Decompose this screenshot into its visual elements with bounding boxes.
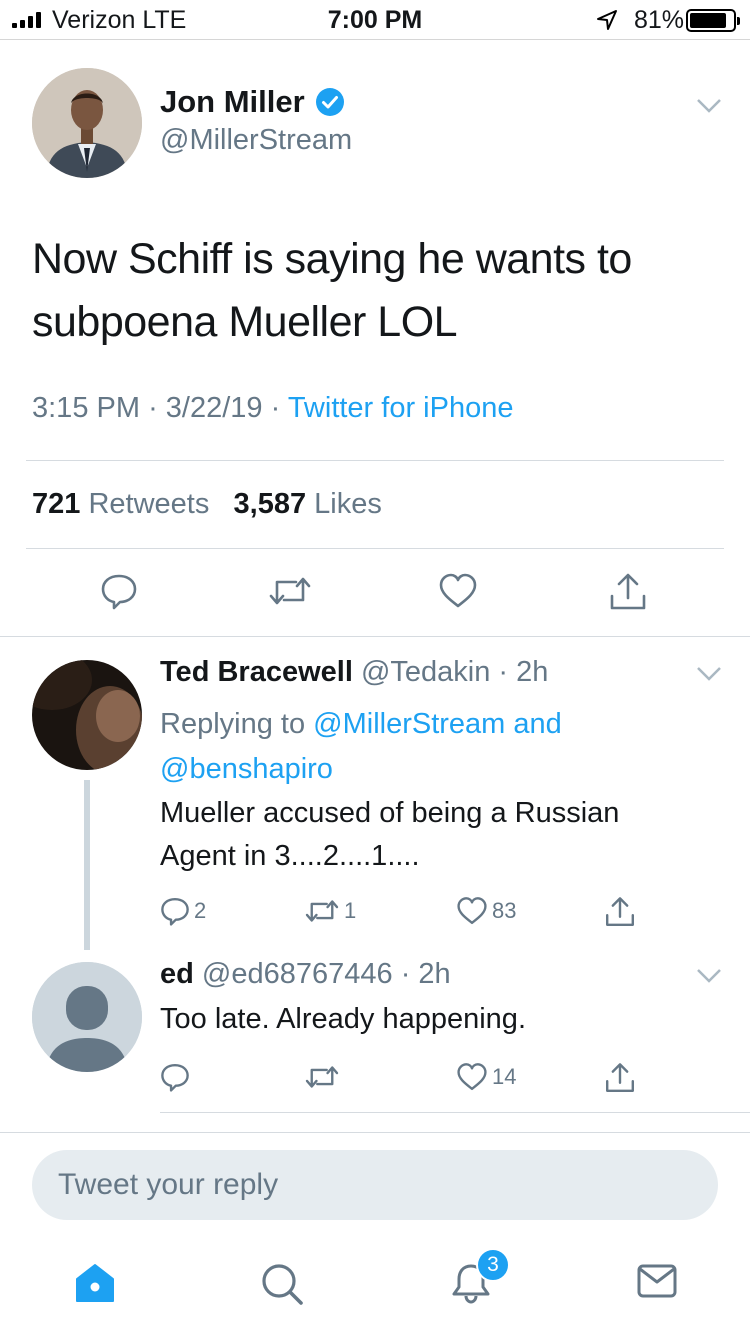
author-name-row[interactable]: Jon Miller [160,84,345,120]
reply-author-handle[interactable]: @Tedakin [361,656,490,688]
reply-action-share[interactable] [604,896,636,928]
retweets-count[interactable]: 721 [32,488,80,520]
reply-text: Too late. Already happening. [160,1003,526,1035]
home-icon[interactable] [74,1262,116,1304]
messages-envelope-icon[interactable] [636,1262,678,1300]
replying-to: Replying to @MillerStream and @benshapir… [160,702,700,792]
status-bar: Verizon LTE 7:00 PM 81% [0,0,750,40]
reply-author-name[interactable]: Ted Bracewell [160,656,353,688]
search-icon[interactable] [260,1262,304,1306]
notifications-badge: 3 [476,1248,510,1282]
reply-action-share[interactable] [604,1062,636,1094]
chevron-down-icon[interactable] [696,98,722,114]
divider [26,460,724,461]
reply-icon[interactable] [160,896,190,926]
verified-badge-icon [315,88,344,116]
divider [26,548,724,549]
tweet-meta: 3:15 PM · 3/22/19 · Twitter for iPhone [32,392,513,425]
reply-header[interactable]: Ted Bracewell @Tedakin · 2h [160,656,548,689]
replying-to-prefix: Replying to [160,708,306,740]
reply-author-name[interactable]: ed [160,958,194,990]
default-avatar[interactable] [32,962,142,1072]
likes-label[interactable]: Likes [314,488,382,520]
reply-count: 2 [194,898,207,923]
author-avatar[interactable] [32,68,142,178]
like-count: 83 [492,898,517,923]
share-icon[interactable] [604,1062,636,1094]
chevron-down-icon[interactable] [696,968,722,984]
chevron-down-icon[interactable] [696,666,722,682]
meta-separator: · [392,958,419,990]
meta-separator: · [270,392,288,424]
retweet-icon[interactable] [304,896,340,926]
location-arrow-icon [597,10,617,30]
retweet-count: 1 [344,898,357,923]
meta-separator: · [148,392,166,424]
reply-action-reply[interactable] [160,1062,194,1092]
reply-text: Mueller accused of being a Russian Agent… [160,797,620,872]
share-icon[interactable] [604,896,636,928]
retweets-label[interactable]: Retweets [88,488,209,520]
retweet-icon[interactable] [304,1062,340,1092]
like-heart-icon[interactable] [456,1062,488,1092]
reply-icon[interactable] [160,1062,190,1092]
retweet-icon[interactable] [268,572,312,610]
like-heart-icon[interactable] [438,572,478,610]
reply-time: 2h [516,656,549,688]
tweet-text: Now Schiff is saying he wants to subpoen… [32,235,632,346]
like-count: 14 [492,1064,517,1089]
reply-action-reply[interactable]: 2 [160,896,206,926]
reply-input[interactable] [32,1150,718,1220]
tweet-date: 3/22/19 [165,392,263,424]
tweet-source-link[interactable]: Twitter for iPhone [288,392,514,424]
reply-action-like[interactable]: 14 [456,1062,516,1092]
reply-header[interactable]: ed @ed68767446 · 2h [160,958,451,991]
reply-author-handle[interactable]: @ed68767446 [202,958,393,990]
likes-count[interactable]: 3,587 [234,488,307,520]
reply-action-like[interactable]: 83 [456,896,516,926]
reply-icon[interactable] [100,572,138,610]
share-icon[interactable] [608,572,648,612]
compose-divider [0,1132,750,1133]
divider [160,1112,750,1113]
like-heart-icon[interactable] [456,896,488,926]
meta-separator: · [490,656,517,688]
author-handle[interactable]: @MillerStream [160,124,352,157]
tweet-time: 3:15 PM [32,392,140,424]
section-divider [0,636,750,637]
reply-action-retweet[interactable]: 1 [304,896,356,926]
battery-icon [686,9,740,32]
battery-percent: 81% [634,6,685,34]
thread-connector-line [84,780,90,950]
tweet-engagement-counts: 721 Retweets 3,587 Likes [32,488,382,521]
reply-action-retweet[interactable] [304,1062,344,1092]
author-name[interactable]: Jon Miller [160,84,305,120]
reply-avatar[interactable] [32,660,142,770]
reply-time: 2h [418,958,451,990]
